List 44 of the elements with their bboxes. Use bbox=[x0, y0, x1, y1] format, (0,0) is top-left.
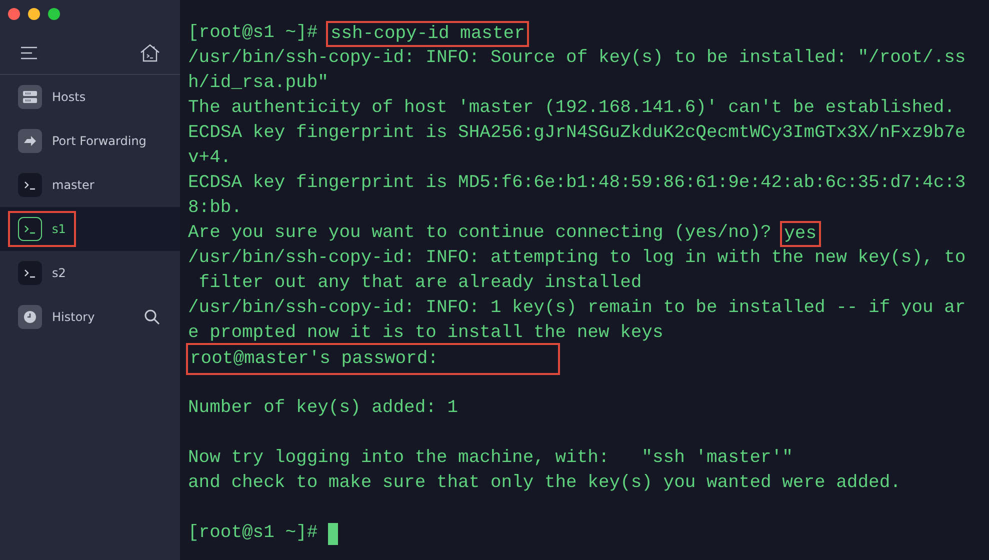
highlighted-text: yes bbox=[782, 222, 819, 244]
sidebar-item[interactable]: master bbox=[0, 163, 180, 207]
terminal-text: 8:bb. bbox=[188, 197, 242, 220]
terminal-text: [root@s1 ~]# bbox=[188, 522, 319, 545]
terminal-text: [root@s1 ~]# bbox=[188, 22, 319, 45]
terminal-text: ECDSA key fingerprint is SHA256:gJrN4SGuZkduK2cQecmtWCy3ImGTx3X/nFxz9b7e bbox=[188, 122, 966, 145]
sidebar-item[interactable]: s1 bbox=[0, 207, 180, 251]
clock-icon bbox=[18, 305, 42, 329]
sidebar-item[interactable]: s2 bbox=[0, 251, 180, 295]
sidebar-item[interactable]: Port Forwarding bbox=[0, 119, 180, 163]
terminal-text: v+4. bbox=[188, 147, 232, 170]
terminal-text: Number of key(s) added: 1 bbox=[188, 397, 458, 420]
terminal-text: /usr/bin/ssh-copy-id: INFO: attempting to log in with the new key(s), to bbox=[188, 247, 966, 270]
item-label: master bbox=[52, 178, 94, 192]
item-label: s1 bbox=[52, 222, 66, 236]
highlighted-text: root@master's password: bbox=[188, 344, 558, 372]
item-label: History bbox=[52, 310, 95, 324]
text-cursor bbox=[328, 522, 338, 544]
search-icon[interactable] bbox=[144, 309, 160, 325]
sidebar-item[interactable]: History bbox=[0, 295, 180, 339]
terminal-text: e prompted now it is to install the new keys bbox=[188, 322, 664, 345]
terminal-text: h/id_rsa.pub" bbox=[188, 72, 328, 95]
terminal-text: Are you sure you want to continue connecting (yes/no)? bbox=[188, 222, 772, 245]
highlighted-text: ssh-copy-id master bbox=[328, 22, 527, 44]
server-icon bbox=[18, 85, 42, 109]
minimize-button[interactable] bbox=[28, 8, 40, 20]
terminal-icon bbox=[18, 173, 42, 197]
terminal-text: filter out any that are already installed bbox=[198, 272, 642, 295]
terminal-text: and check to make sure that only the key(s) you wanted were added. bbox=[188, 472, 901, 495]
terminal-text: /usr/bin/ssh-copy-id: INFO: Source of key(s) to be installed: "/root/.ss bbox=[188, 47, 966, 70]
terminal-text: Now try logging into the machine, with: "ssh 'master'" bbox=[188, 447, 793, 470]
terminal-icon bbox=[18, 217, 42, 241]
maximize-button[interactable] bbox=[48, 8, 60, 20]
terminal-icon bbox=[18, 261, 42, 285]
item-label: Hosts bbox=[52, 90, 86, 104]
terminal-text: The authenticity of host 'master (192.168.141.6)' can't be established. bbox=[188, 97, 955, 120]
menu-icon[interactable] bbox=[20, 46, 38, 60]
sidebar-item[interactable]: Hosts bbox=[0, 75, 180, 119]
item-label: Port Forwarding bbox=[52, 134, 146, 148]
home-terminal-icon[interactable] bbox=[140, 44, 160, 62]
close-button[interactable] bbox=[8, 8, 20, 20]
terminal-text: /usr/bin/ssh-copy-id: INFO: 1 key(s) remain to be installed -- if you ar bbox=[188, 297, 966, 320]
terminal-text: ECDSA key fingerprint is MD5:f6:6e:b1:48:59:86:61:9e:42:ab:6c:35:d7:4c:3 bbox=[188, 172, 966, 195]
item-label: s2 bbox=[52, 266, 66, 280]
